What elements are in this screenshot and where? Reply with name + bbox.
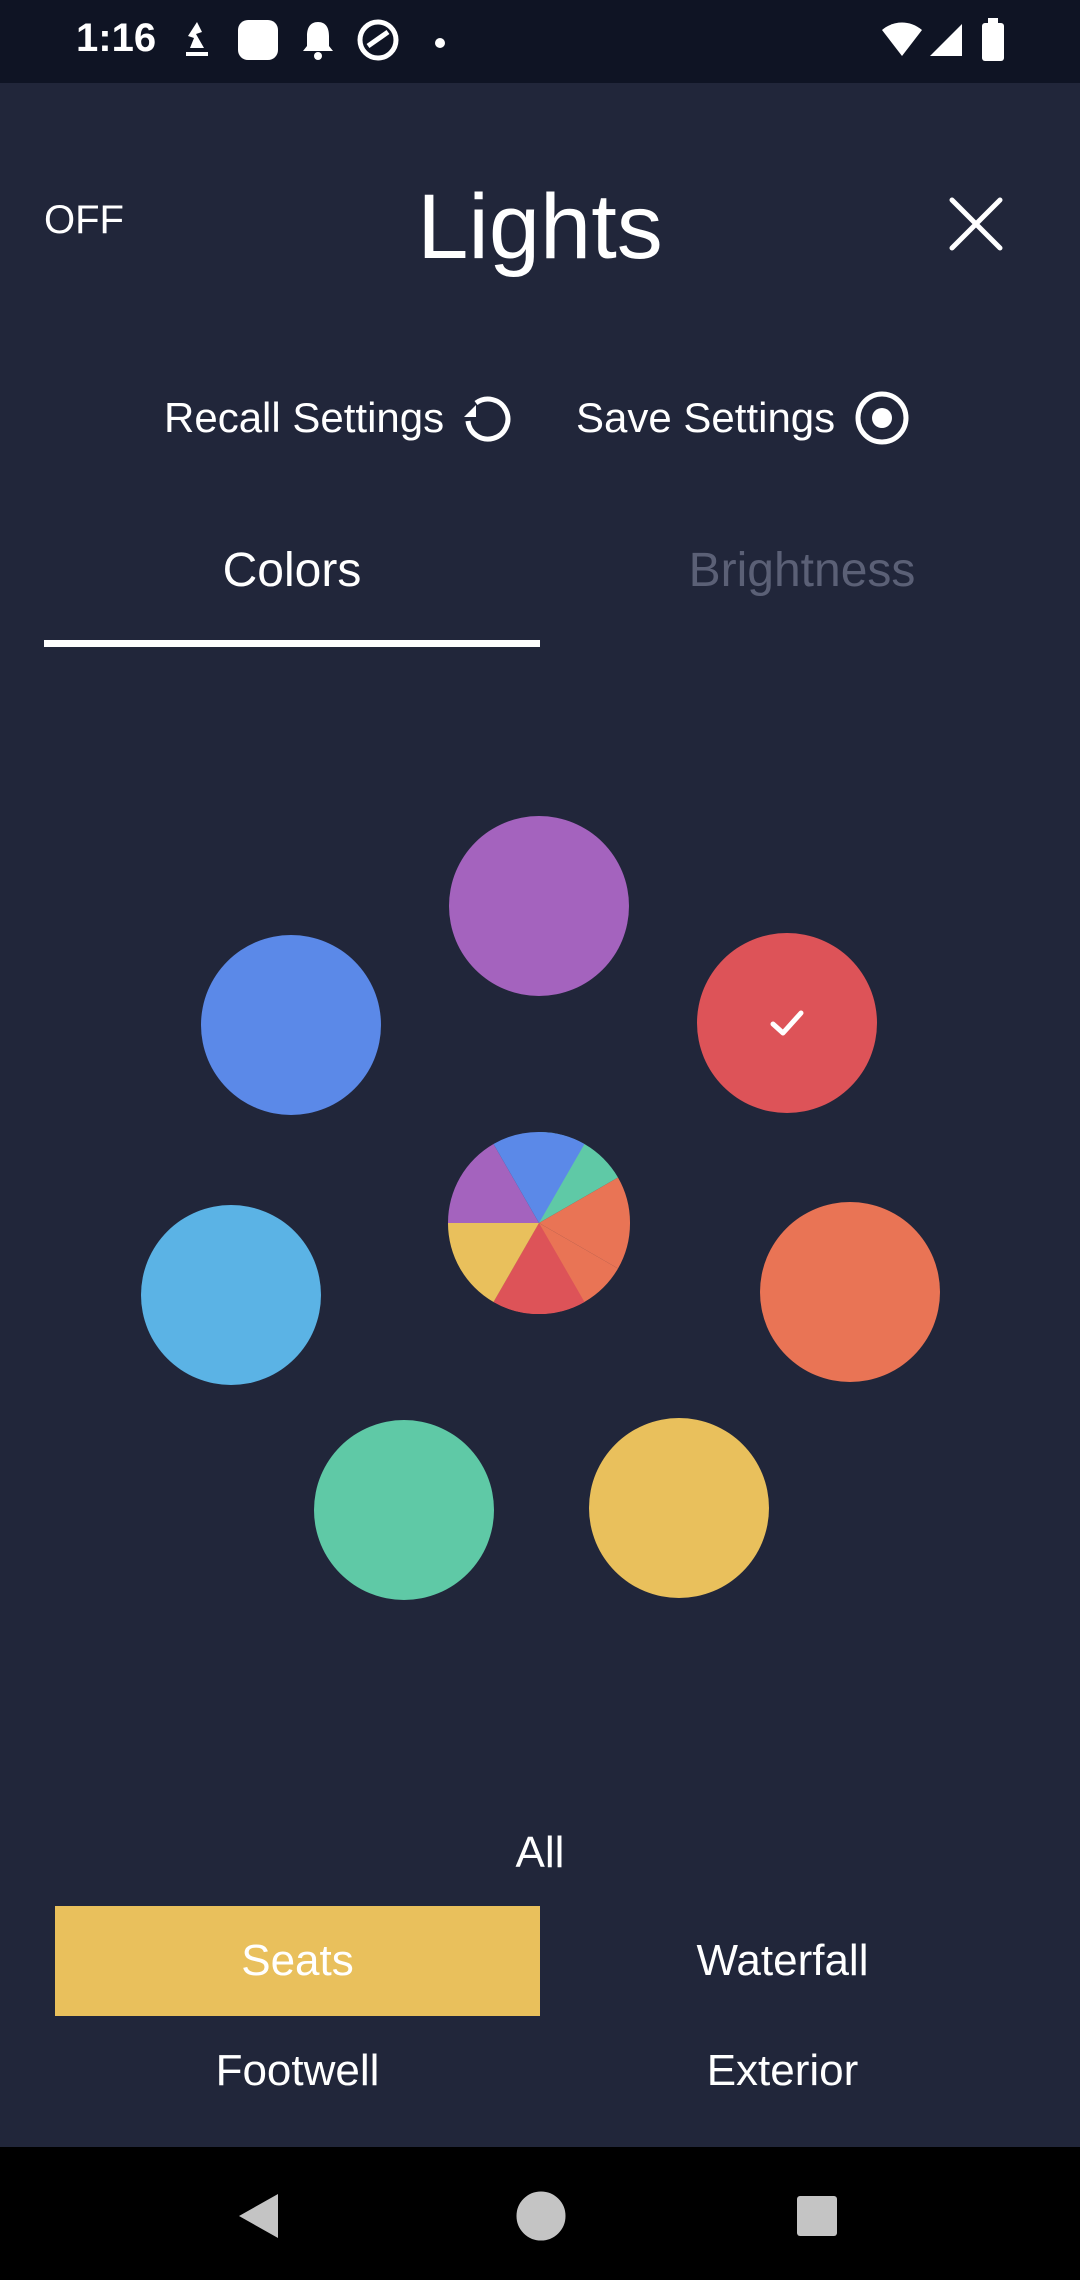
zone-waterfall-label: Waterfall — [696, 1936, 869, 1985]
save-settings-label: Save Settings — [576, 394, 836, 441]
swatch-light-blue[interactable] — [141, 1205, 321, 1385]
swatch-yellow[interactable] — [589, 1418, 769, 1598]
swatch-orange[interactable] — [760, 1202, 940, 1382]
signal-icon — [928, 22, 964, 63]
recents-icon[interactable] — [796, 2195, 838, 2237]
zone-seats-label: Seats — [241, 1936, 354, 1985]
swatch-blue[interactable] — [201, 935, 381, 1115]
status-time: 1:16 — [76, 16, 157, 60]
tab-underline — [44, 640, 540, 647]
swatch-multicolor[interactable] — [447, 1131, 631, 1315]
swatch-red[interactable] — [697, 933, 877, 1113]
save-settings-button[interactable]: Save Settings — [576, 388, 911, 448]
zone-waterfall[interactable]: Waterfall — [540, 1906, 1025, 2016]
app-notification-icon — [180, 18, 214, 67]
close-icon — [949, 197, 1003, 251]
zone-seats[interactable]: Seats — [55, 1906, 540, 2016]
zone-footwell[interactable]: Footwell — [55, 2016, 540, 2126]
page-title: Lights — [417, 176, 663, 278]
system-nav-bar — [0, 2147, 1080, 2280]
recall-settings-button[interactable]: Recall Settings — [164, 388, 516, 448]
color-wheel-icon — [447, 1131, 631, 1315]
zone-footwell-label: Footwell — [215, 2046, 380, 2095]
swatch-purple[interactable] — [449, 816, 629, 996]
lights-screen: OFF Lights Recall Settings Save Settings… — [0, 83, 1080, 2147]
app-square-icon — [236, 18, 280, 67]
sync-icon — [356, 18, 400, 67]
zone-exterior[interactable]: Exterior — [540, 2016, 1025, 2126]
dot-icon — [434, 36, 446, 54]
zone-exterior-label: Exterior — [706, 2046, 859, 2095]
back-icon[interactable] — [236, 2191, 282, 2241]
battery-icon — [980, 18, 1006, 67]
refresh-icon — [464, 396, 511, 442]
wifi-icon — [882, 22, 922, 63]
close-button[interactable] — [940, 188, 1012, 260]
checkmark-icon — [770, 1010, 804, 1036]
home-icon[interactable] — [515, 2190, 567, 2242]
tab-brightness[interactable]: Brightness — [554, 543, 1050, 598]
bell-icon — [300, 18, 336, 67]
recall-settings-label: Recall Settings — [164, 394, 445, 441]
status-bar: 1:16 — [0, 0, 1080, 83]
swatch-green[interactable] — [314, 1420, 494, 1600]
zone-all[interactable]: All — [0, 1828, 1080, 1878]
radio-target-icon — [855, 391, 909, 445]
tab-colors[interactable]: Colors — [44, 543, 540, 598]
